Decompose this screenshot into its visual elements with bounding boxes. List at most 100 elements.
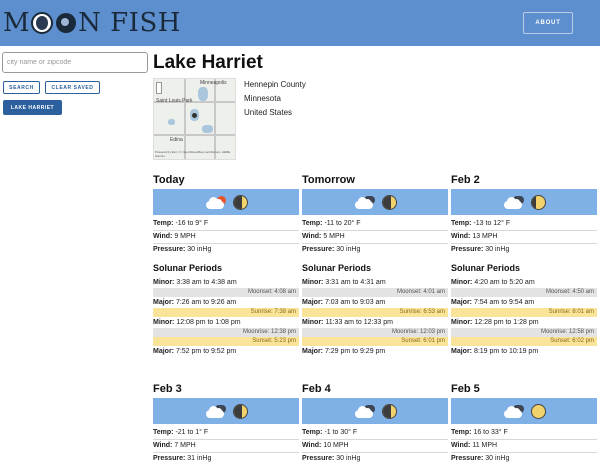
temp-row: Temp: -13 to 12° F bbox=[451, 218, 597, 231]
temp-row: Temp: -16 to 9° F bbox=[153, 218, 299, 231]
waning-crescent-icon bbox=[382, 194, 397, 210]
location-map[interactable]: Minneapolis Saint Louis Park Edina Power… bbox=[153, 78, 236, 160]
day-name: Feb 3 bbox=[153, 383, 182, 395]
wind-row-value: 7 MPH bbox=[174, 442, 196, 449]
pressure-row-value: 30 inHg bbox=[187, 246, 212, 253]
wind-row: Wind: 7 MPH bbox=[153, 440, 299, 453]
weather-banner bbox=[451, 398, 597, 424]
sunset-event: Sunset: 5:23 pm bbox=[153, 337, 299, 346]
minor-period-value: 12:28 pm to 1:28 pm bbox=[474, 319, 539, 326]
major-period: Major: 7:03 am to 9:03 am bbox=[302, 297, 448, 308]
pressure-row-label: Pressure: bbox=[451, 455, 484, 462]
minor-period-value: 4:20 am to 5:20 am bbox=[474, 279, 535, 286]
logo-fish-icon bbox=[56, 13, 77, 33]
search-button[interactable]: SEARCH bbox=[3, 81, 40, 94]
full-moon-icon bbox=[531, 403, 546, 419]
moonrise-event: Moonrise: 12:58 pm bbox=[451, 328, 597, 337]
map-zoom-control[interactable] bbox=[156, 82, 162, 94]
wind-row-label: Wind: bbox=[153, 233, 173, 240]
day-name: Feb 4 bbox=[302, 383, 331, 395]
sunrise-event: Sunrise: 6:53 am bbox=[302, 308, 448, 317]
major-period: Major: 7:54 am to 9:54 am bbox=[451, 297, 597, 308]
temp-row-value: -21 to 1° F bbox=[175, 429, 209, 436]
major-period-label: Major: bbox=[153, 348, 174, 355]
day-name: Feb 5 bbox=[451, 383, 480, 395]
wind-row-value: 9 MPH bbox=[174, 233, 196, 240]
logo-text-end: N FISH bbox=[78, 8, 181, 38]
moonset-event: Moonset: 4:50 am bbox=[451, 288, 597, 297]
major-period: Major: 8:19 pm to 10:19 pm bbox=[451, 346, 597, 357]
wind-row-label: Wind: bbox=[302, 442, 322, 449]
moonrise-event: Moonrise: 12:03 pm bbox=[302, 328, 448, 337]
minor-period-label: Minor: bbox=[153, 319, 175, 326]
day-card: Feb 5 Temp: 16 to 33° F Wind: 11 MPH Pressu… bbox=[451, 383, 597, 466]
weather-banner bbox=[153, 189, 299, 215]
minor-period-label: Minor: bbox=[451, 319, 473, 326]
minor-period-value: 11:33 am to 12:33 pm bbox=[325, 319, 393, 326]
waning-gibbous-icon bbox=[531, 194, 546, 210]
minor-period: Minor: 3:38 am to 4:38 am bbox=[153, 277, 299, 288]
map-label-minneapolis: Minneapolis bbox=[200, 80, 227, 86]
wind-row-value: 13 MPH bbox=[472, 233, 498, 240]
minor-period-label: Minor: bbox=[451, 279, 473, 286]
major-period-value: 7:54 am to 9:54 am bbox=[473, 299, 535, 306]
major-period-value: 7:52 pm to 9:52 pm bbox=[175, 348, 237, 355]
pressure-row: Pressure: 30 inHg bbox=[302, 453, 448, 466]
temp-row-value: -11 to 20° F bbox=[324, 220, 361, 227]
temp-row-label: Temp: bbox=[302, 429, 323, 436]
temp-row-value: -1 to 30° F bbox=[324, 429, 358, 436]
about-button[interactable]: ABOUT bbox=[523, 12, 573, 34]
cloudy-icon bbox=[353, 195, 375, 209]
minor-period-value: 3:38 am to 4:38 am bbox=[176, 279, 237, 286]
location-title: Lake Harriet bbox=[153, 52, 263, 73]
cloudy-icon bbox=[502, 195, 524, 209]
pressure-row: Pressure: 30 inHg bbox=[451, 244, 597, 257]
pressure-row-value: 30 inHg bbox=[485, 455, 510, 462]
wind-row: Wind: 11 MPH bbox=[451, 440, 597, 453]
wind-row: Wind: 9 MPH bbox=[153, 231, 299, 244]
temp-row-label: Temp: bbox=[153, 429, 174, 436]
clear-saved-button[interactable]: CLEAR SAVED bbox=[45, 81, 100, 94]
solunar-title: Solunar Periods bbox=[153, 263, 223, 273]
temp-row: Temp: 16 to 33° F bbox=[451, 427, 597, 440]
major-period-value: 7:03 am to 9:03 am bbox=[324, 299, 386, 306]
minor-period-label: Minor: bbox=[302, 319, 324, 326]
solunar-title: Solunar Periods bbox=[302, 263, 372, 273]
minor-period-label: Minor: bbox=[153, 279, 175, 286]
wind-row-label: Wind: bbox=[451, 442, 471, 449]
temp-row-value: -13 to 12° F bbox=[473, 220, 511, 227]
map-label-edina: Edina bbox=[170, 137, 183, 143]
saved-location-button[interactable]: LAKE HARRIET bbox=[3, 100, 62, 115]
day-card: Tomorrow Temp: -11 to 20° F Wind: 5 MPH Pre… bbox=[302, 174, 448, 357]
minor-period: Minor: 11:33 am to 12:33 pm bbox=[302, 317, 448, 328]
weather-banner bbox=[302, 189, 448, 215]
moon-fish-logo[interactable]: M N FISH bbox=[3, 7, 181, 39]
location-state: Minnesota bbox=[244, 94, 281, 103]
temp-row: Temp: -11 to 20° F bbox=[302, 218, 448, 231]
major-period-value: 7:26 am to 9:26 am bbox=[175, 299, 237, 306]
moonset-event: Moonset: 4:01 am bbox=[302, 288, 448, 297]
location-country: United States bbox=[244, 108, 293, 117]
logo-moon-icon bbox=[31, 12, 54, 34]
wind-row-label: Wind: bbox=[451, 233, 471, 240]
wind-row: Wind: 5 MPH bbox=[302, 231, 448, 244]
waning-crescent-icon bbox=[233, 403, 248, 419]
wind-row: Wind: 13 MPH bbox=[451, 231, 597, 244]
minor-period: Minor: 12:08 pm to 1:08 pm bbox=[153, 317, 299, 328]
major-period-value: 7:29 pm to 9:29 pm bbox=[324, 348, 386, 355]
waning-crescent-icon bbox=[233, 194, 248, 210]
search-input[interactable] bbox=[2, 52, 148, 73]
day-name: Feb 2 bbox=[451, 174, 480, 186]
day-card: Today Temp: -16 to 9° F Wind: 9 MPH Pressur… bbox=[153, 174, 299, 357]
pressure-row-value: 31 inHg bbox=[187, 455, 212, 462]
day-name: Tomorrow bbox=[302, 174, 355, 186]
wind-row-value: 10 MPH bbox=[323, 442, 349, 449]
logo-text-start: M bbox=[3, 8, 31, 38]
day-card: Feb 4 Temp: -1 to 30° F Wind: 10 MPH Pressu… bbox=[302, 383, 448, 466]
minor-period: Minor: 4:20 am to 5:20 am bbox=[451, 277, 597, 288]
pressure-row-value: 30 inHg bbox=[336, 455, 361, 462]
cloudy-icon bbox=[204, 404, 226, 418]
temp-row-value: -16 to 9° F bbox=[175, 220, 209, 227]
minor-period-value: 3:31 am to 4:31 am bbox=[325, 279, 386, 286]
moonrise-event: Moonrise: 12:38 pm bbox=[153, 328, 299, 337]
